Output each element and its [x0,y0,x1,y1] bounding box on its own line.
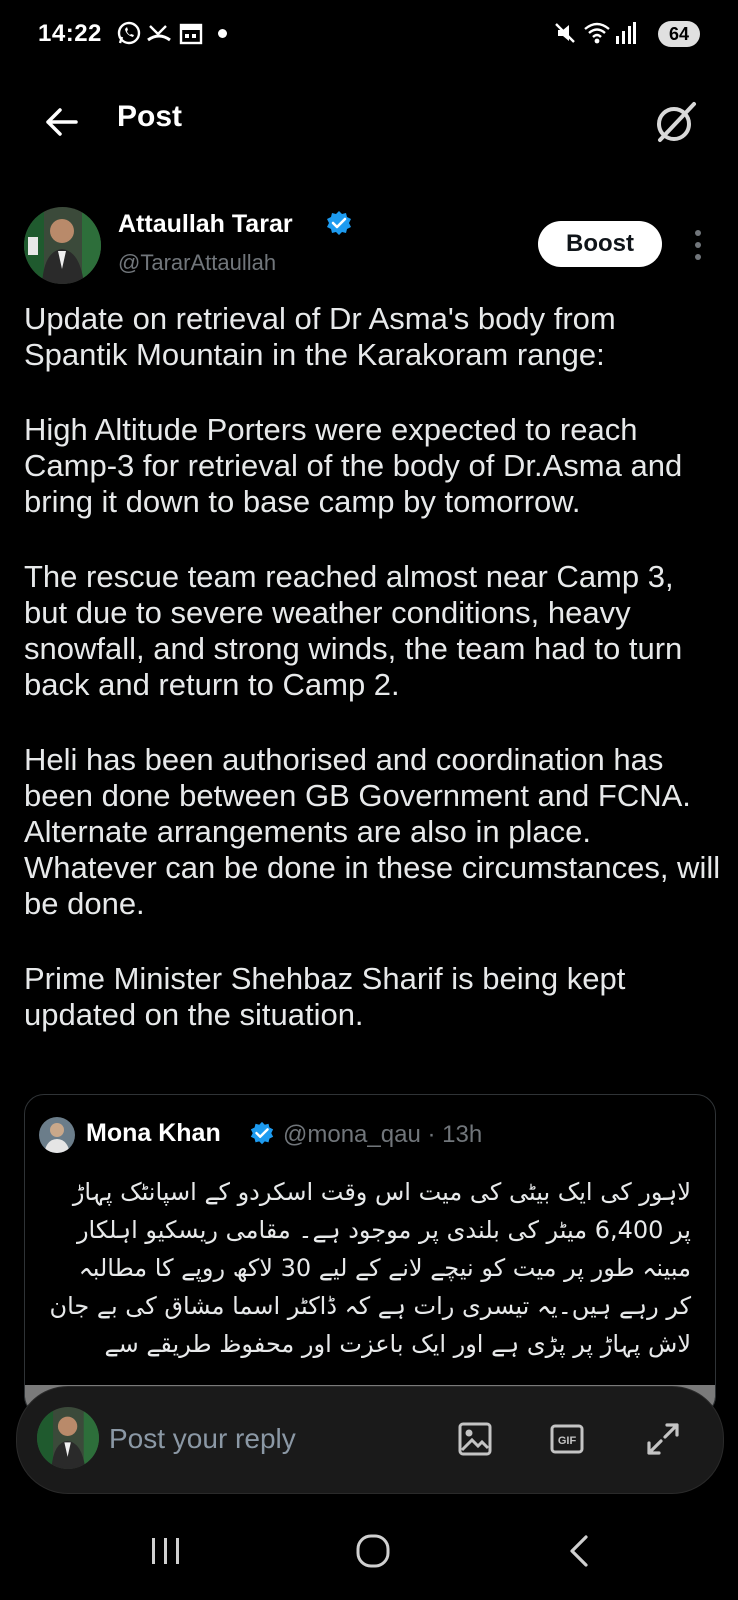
quote-author-handle: @mona_qau [283,1121,421,1148]
post-paragraph: Heli has been authorised and coordinatio… [24,742,721,921]
author-handle[interactable]: @TararAttaullah [118,250,276,276]
post-paragraph: Update on retrieval of Dr Asma's body fr… [24,301,616,372]
quote-author-avatar [39,1117,75,1153]
post-paragraph: Prime Minister Shehbaz Sharif is being k… [24,961,626,1032]
status-time: 14:22 [38,20,102,47]
back-arrow-icon[interactable] [40,100,84,144]
grok-icon[interactable] [652,98,700,146]
quoted-post-card[interactable]: Mona Khan @mona_qau · 13h لاہور کی ایک ب… [24,1094,716,1416]
verified-badge-icon [325,210,353,238]
quote-author-name: Mona Khan [86,1119,221,1147]
more-options-icon[interactable] [690,228,706,262]
top-app-bar [0,80,738,180]
page-title: Post [117,100,183,133]
notification-dot-icon [218,29,227,38]
post-paragraph: High Altitude Porters were expected to r… [24,412,683,519]
gif-icon[interactable]: GIF [549,1421,585,1457]
post-paragraph: The rescue team reached almost near Camp… [24,559,683,702]
missed-call-icon [146,20,172,46]
recents-icon[interactable] [150,1535,182,1567]
post-text: Update on retrieval of Dr Asma's body fr… [24,301,724,1072]
reply-input[interactable]: Post your reply [109,1423,296,1455]
whatsapp-icon [116,20,142,46]
quote-text: لاہور کی ایک بیٹی کی میت اس وقت اسکردو ک… [49,1178,691,1358]
boost-button[interactable]: Boost [538,221,662,267]
battery-indicator: 64 [658,21,700,47]
expand-icon[interactable] [643,1419,683,1459]
reply-avatar [37,1407,99,1469]
quote-timestamp: 13h [442,1121,483,1148]
reply-composer[interactable]: Post your reply GIF [16,1386,724,1494]
gif-label: GIF [558,1435,577,1447]
mute-icon [552,20,578,46]
signal-icon [614,20,636,46]
quote-meta: @mona_qau · 13h [283,1121,482,1149]
wifi-icon [583,20,611,46]
author-avatar[interactable] [24,207,101,284]
quote-verified-badge-icon [249,1121,275,1147]
quote-separator: · [427,1121,436,1148]
status-bar: 14:22 64 [0,0,738,70]
image-icon[interactable] [455,1419,495,1459]
author-name[interactable]: Attaullah Tarar [118,210,293,239]
back-icon[interactable] [564,1533,594,1569]
calendar-icon [178,20,204,46]
home-icon[interactable] [355,1533,391,1569]
